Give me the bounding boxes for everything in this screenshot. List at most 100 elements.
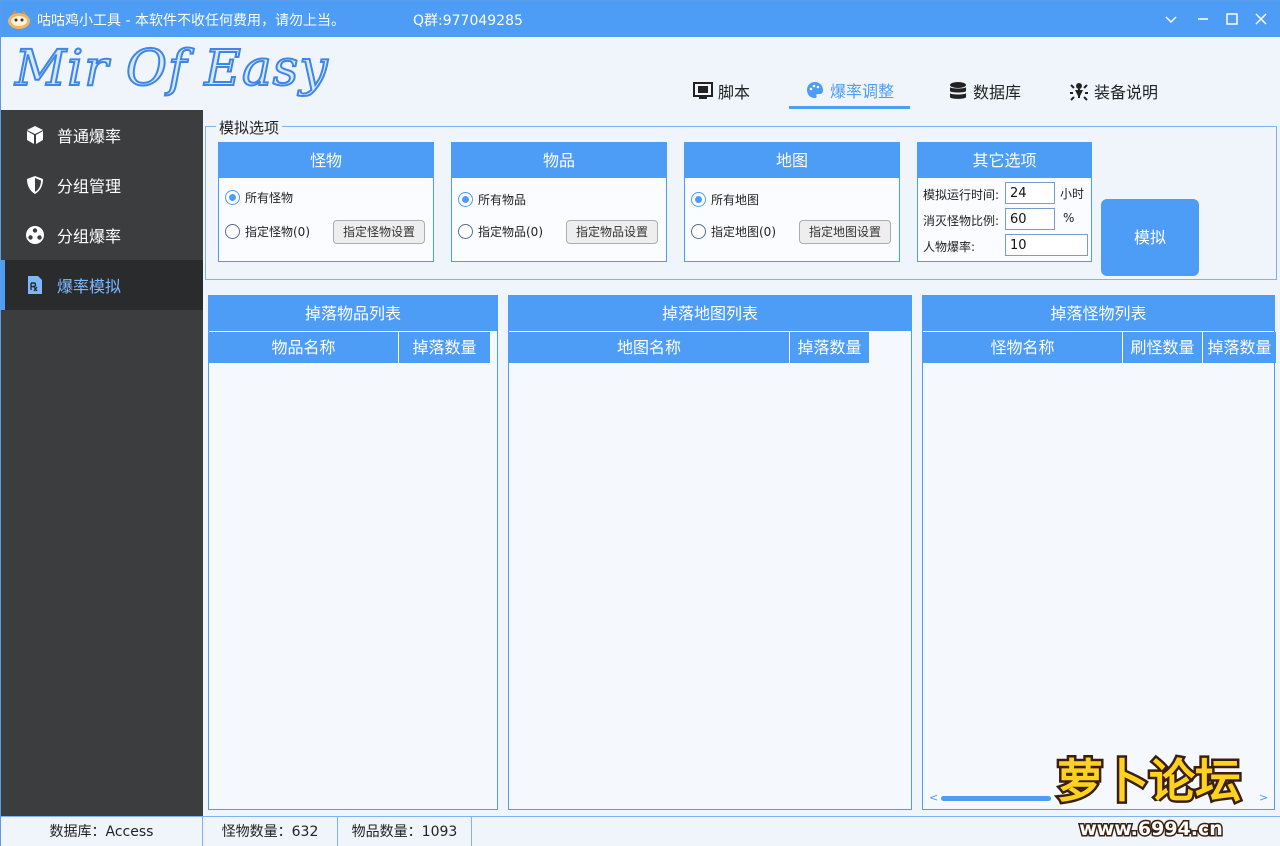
item-options-title: 物品 [452, 143, 666, 178]
drop-monster-list-panel[interactable]: 掉落怪物列表 怪物名称 刷怪数量 掉落数量 < > [922, 295, 1276, 810]
sidebar: 普通爆率 分组管理 分组爆率 爆率模拟 [1, 110, 203, 816]
specify-item-settings-button[interactable]: 指定物品设置 [566, 220, 659, 244]
column-header-item-name[interactable]: 物品名称 [209, 332, 399, 363]
radio-label: 所有地图 [711, 193, 760, 207]
sidebar-item-label: 分组爆率 [57, 227, 122, 246]
minimize-icon [1198, 18, 1208, 20]
sidebar-item-label: 爆率模拟 [57, 277, 122, 296]
app-window: 咕咕鸡小工具 - 本软件不收任何费用，请勿上当。 Q群:977049285 Mi… [0, 0, 1280, 846]
qq-group-text: Q群:977049285 [413, 13, 523, 29]
sidebar-item-group-management[interactable]: 分组管理 [1, 160, 203, 210]
close-button[interactable] [1249, 7, 1273, 31]
drop-map-list-title: 掉落地图列表 [509, 296, 911, 331]
simulation-options-legend: 模拟选项 [216, 117, 283, 138]
tab-database-label: 数据库 [973, 83, 1022, 102]
run-time-input[interactable] [1005, 182, 1055, 204]
scroll-left-icon[interactable]: < [929, 791, 938, 805]
radio-specific-monsters[interactable]: 指定怪物(0) [225, 223, 310, 240]
specify-map-settings-button[interactable]: 指定地图设置 [799, 220, 892, 244]
drop-monster-list-title: 掉落怪物列表 [923, 296, 1274, 331]
maximize-button[interactable] [1220, 7, 1244, 31]
tab-equipment-info[interactable]: 装备说明 [1069, 73, 1158, 109]
specify-monster-settings-button[interactable]: 指定怪物设置 [333, 220, 426, 244]
radio-specific-maps[interactable]: 指定地图(0) [691, 223, 776, 240]
monster-options-box: 怪物 所有怪物 指定怪物(0) 指定怪物设置 [218, 142, 434, 262]
minimize-button[interactable] [1159, 7, 1183, 31]
cube-icon [27, 126, 43, 144]
tab-drop-rate-adjust[interactable]: 爆率调整 [789, 73, 911, 109]
player-rate-label: 人物爆率: [923, 240, 976, 254]
radio-label: 指定地图(0) [711, 225, 776, 239]
drop-map-list-panel[interactable]: 掉落地图列表 地图名称 掉落数量 [508, 295, 912, 810]
tab-script-label: 脚本 [718, 83, 751, 102]
kill-ratio-unit: % [1063, 211, 1075, 225]
app-logo-icon [8, 10, 30, 29]
monster-options-title: 怪物 [219, 143, 433, 178]
radio-label: 指定怪物(0) [245, 225, 310, 239]
map-options-title: 地图 [685, 143, 899, 178]
database-icon [950, 82, 966, 99]
app-logo-text: Mir Of Easy [14, 38, 329, 98]
radio-specific-items[interactable]: 指定物品(0) [458, 223, 543, 240]
radio-unselected-icon [458, 224, 473, 239]
radio-label: 所有怪物 [245, 191, 294, 205]
radio-selected-icon [458, 192, 473, 207]
forum-watermark-logo: 萝卜论坛 www.6994.cn [1055, 752, 1244, 842]
maximize-icon [1226, 13, 1238, 25]
kill-ratio-input[interactable] [1005, 208, 1055, 230]
sidebar-item-label: 分组管理 [57, 177, 122, 196]
other-options-title: 其它选项 [918, 143, 1091, 178]
column-header-drop-count[interactable]: 掉落数量 [1203, 332, 1276, 363]
other-options-box: 其它选项 模拟运行时间: 小时 消灭怪物比例: % 人物爆率: [917, 142, 1092, 262]
dots-circle-icon [26, 226, 44, 244]
sidebar-item-drop-rate-simulation[interactable]: 爆率模拟 [1, 260, 203, 310]
column-header-drop-count[interactable]: 掉落数量 [399, 332, 491, 363]
monitor-icon [693, 82, 713, 99]
title-bar[interactable]: 咕咕鸡小工具 - 本软件不收任何费用，请勿上当。 Q群:977049285 [1, 1, 1280, 37]
radio-selected-icon [691, 192, 706, 207]
item-options-box: 物品 所有物品 指定物品(0) 指定物品设置 [451, 142, 667, 262]
status-monster-count: 怪物数量：632 [203, 817, 338, 846]
svg-text:萝卜论坛: 萝卜论坛 [1057, 754, 1241, 808]
prescription-file-icon [28, 276, 42, 294]
map-options-box: 地图 所有地图 指定地图(0) 指定地图设置 [684, 142, 900, 262]
status-item-count: 物品数量：1093 [338, 817, 472, 846]
sidebar-item-group-drop-rate[interactable]: 分组爆率 [1, 210, 203, 260]
run-time-unit: 小时 [1060, 187, 1085, 201]
header: Mir Of Easy 脚本 爆率调整 数据库 装备说明 [1, 37, 1280, 110]
radio-all-maps[interactable]: 所有地图 [691, 191, 759, 208]
column-header-drop-count[interactable]: 掉落数量 [790, 332, 870, 363]
tab-script[interactable]: 脚本 [693, 73, 750, 109]
palette-icon [807, 81, 823, 98]
chevron-down-icon [1165, 16, 1177, 24]
column-header-monster-name[interactable]: 怪物名称 [923, 332, 1123, 363]
run-time-label: 模拟运行时间: [923, 188, 1000, 202]
main-content: 模拟选项 怪物 所有怪物 指定怪物(0) 指定怪物设置 物品 所有物品 指定物品… [203, 110, 1280, 816]
bug-icon [1070, 83, 1088, 101]
tab-drop-rate-adjust-label: 爆率调整 [830, 81, 895, 101]
radio-label: 指定物品(0) [478, 225, 543, 239]
tab-equipment-info-label: 装备说明 [1094, 83, 1159, 102]
shield-icon [27, 176, 43, 194]
sidebar-item-normal-drop-rate[interactable]: 普通爆率 [1, 110, 203, 160]
column-header-spawn-count[interactable]: 刷怪数量 [1123, 332, 1203, 363]
tab-database[interactable]: 数据库 [948, 73, 1021, 109]
column-header-map-name[interactable]: 地图名称 [509, 332, 790, 363]
drop-item-list-panel[interactable]: 掉落物品列表 物品名称 掉落数量 [208, 295, 498, 810]
drop-item-list-title: 掉落物品列表 [209, 296, 497, 331]
status-database: 数据库：Access [1, 817, 203, 846]
window-title: 咕咕鸡小工具 - 本软件不收任何费用，请勿上当。 [37, 13, 345, 29]
radio-label: 所有物品 [478, 193, 527, 207]
radio-all-items[interactable]: 所有物品 [458, 191, 526, 208]
radio-all-monsters[interactable]: 所有怪物 [225, 189, 293, 206]
sidebar-item-label: 普通爆率 [57, 127, 122, 146]
radio-unselected-icon [225, 224, 240, 239]
close-icon [1255, 13, 1267, 25]
kill-ratio-label: 消灭怪物比例: [923, 214, 1000, 228]
minimize-window-button[interactable] [1191, 7, 1215, 31]
simulate-button[interactable]: 模拟 [1101, 199, 1199, 276]
radio-unselected-icon [691, 224, 706, 239]
svg-text:www.6994.cn: www.6994.cn [1079, 818, 1223, 840]
player-rate-input[interactable] [1005, 234, 1088, 256]
radio-selected-icon [225, 190, 240, 205]
